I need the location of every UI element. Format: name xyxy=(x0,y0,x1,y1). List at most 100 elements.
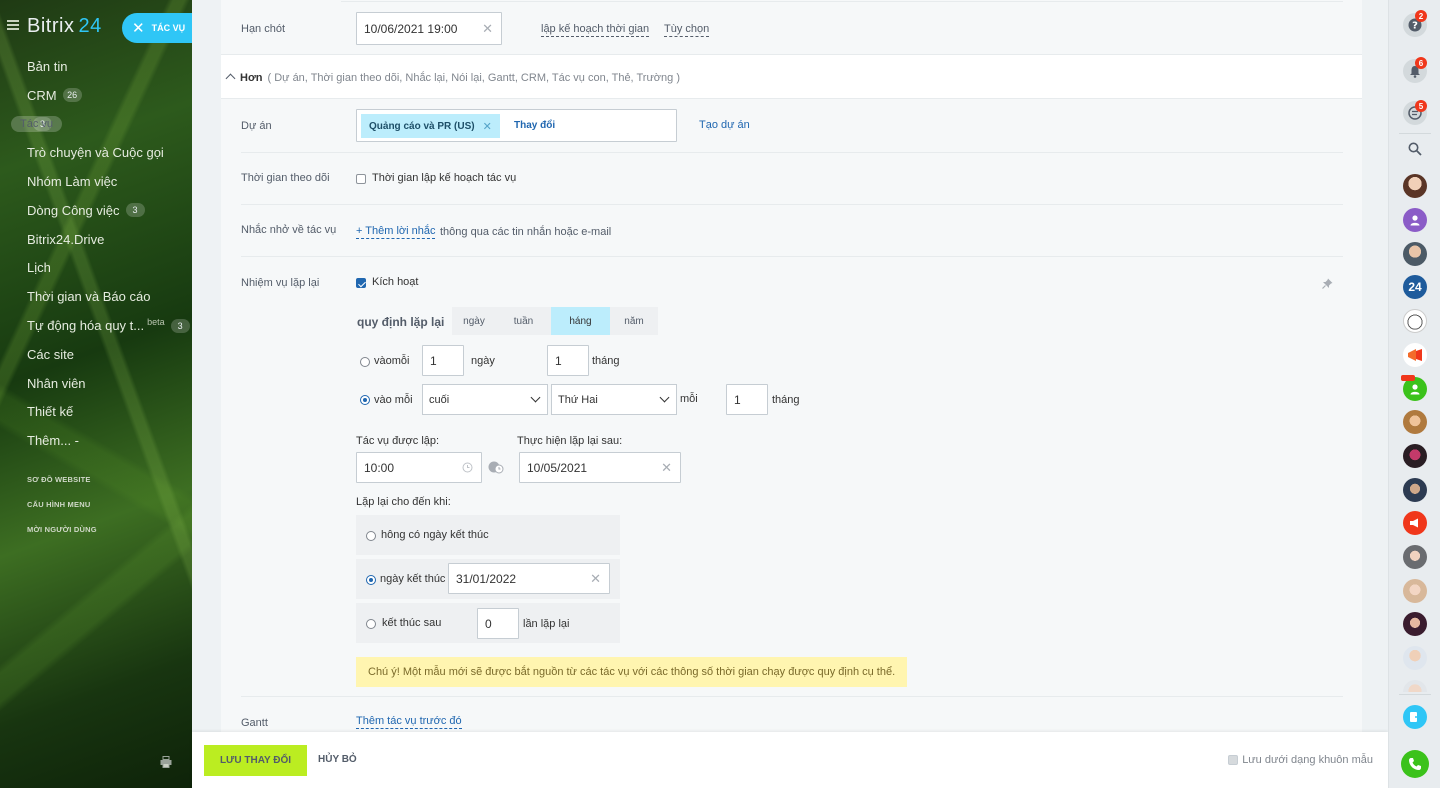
sidebar-item-crm[interactable]: CRM 26 xyxy=(0,81,192,110)
repeat-enable-text: Kích hoạt xyxy=(372,276,419,288)
menu-icon[interactable] xyxy=(7,20,19,30)
avatar[interactable] xyxy=(1403,680,1427,692)
right-bar: ? 2 6 5 24 xyxy=(1388,0,1440,788)
timezone-icon[interactable] xyxy=(488,460,504,474)
help-badge: 2 xyxy=(1415,10,1427,22)
clear-icon[interactable]: ✕ xyxy=(590,571,601,587)
repeat-month-unit: tháng xyxy=(592,355,620,367)
pin-icon[interactable] xyxy=(1322,278,1333,289)
clear-icon[interactable]: ✕ xyxy=(482,21,493,37)
avatar[interactable] xyxy=(1403,444,1427,468)
repeat-weekday-radio[interactable] xyxy=(360,395,370,405)
start-date-input[interactable]: 10/05/2021 ✕ xyxy=(519,452,681,483)
avatar[interactable] xyxy=(1403,579,1427,603)
more-section-header[interactable]: Hơn( Dự án, Thời gian theo dõi, Nhắc lại… xyxy=(225,72,680,84)
time-tracking-checkbox[interactable] xyxy=(356,174,366,184)
sidebar-item-sites[interactable]: Các site xyxy=(0,340,192,369)
no-end-radio[interactable] xyxy=(366,531,376,541)
megaphone-icon[interactable] xyxy=(1403,343,1427,367)
svg-text:?: ? xyxy=(1412,21,1418,32)
end-after-input[interactable]: 0 xyxy=(477,608,519,639)
sidebar-item-feed[interactable]: Bản tin xyxy=(0,52,192,81)
invite-users-link[interactable]: MỜI NGƯỜI DÙNG xyxy=(27,520,97,545)
sitemap-link[interactable]: SƠ ĐỒ WEBSITE xyxy=(27,470,97,495)
repeat-which-select[interactable]: cuối xyxy=(422,384,548,415)
avatar[interactable] xyxy=(1403,208,1427,232)
printer-icon[interactable] xyxy=(160,756,172,768)
end-after-suffix: lần lặp lại xyxy=(523,618,570,630)
sidebar-item-more[interactable]: Thêm... - xyxy=(0,426,192,455)
deadline-input[interactable]: 10/06/2021 19:00 ✕ xyxy=(356,12,502,45)
repeat-weekday-prefix: vào mỗi xyxy=(374,394,413,406)
repeat-day-radio[interactable] xyxy=(360,357,370,367)
repeat-day-prefix: vàomỗi xyxy=(374,355,410,367)
clock-icon xyxy=(462,462,473,473)
main-content: Hạn chót 10/06/2021 19:00 ✕ lập kế hoạch … xyxy=(192,0,1388,732)
project-selector[interactable]: Quảng cáo và PR (US) ✕ Thay đổi xyxy=(356,109,677,142)
notifications-badge: 6 xyxy=(1415,57,1427,69)
sidebar-item-automation[interactable]: Tự động hóa quy t... beta 3 xyxy=(0,311,192,340)
save-as-template-checkbox[interactable] xyxy=(1228,755,1239,765)
end-after-radio[interactable] xyxy=(366,619,376,629)
task-button[interactable]: ✕ TÁC VỤ xyxy=(122,13,192,43)
end-date-radio[interactable] xyxy=(366,575,376,585)
configure-menu-link[interactable]: CẤU HÌNH MENU xyxy=(27,495,97,520)
sidebar-item-design[interactable]: Thiết kế xyxy=(0,398,192,427)
sidebar-item-workflows[interactable]: Dòng Công việc 3 xyxy=(0,196,192,225)
end-date-input[interactable]: 31/01/2022 ✕ xyxy=(448,563,610,594)
divider xyxy=(241,256,1343,257)
avatar[interactable] xyxy=(1403,612,1427,636)
tab-day[interactable]: ngày xyxy=(452,307,496,335)
sidebar-item-workgroups[interactable]: Nhóm Làm việc xyxy=(0,167,192,196)
save-button[interactable]: LƯU THAY ĐỔI xyxy=(204,745,307,776)
repeat-enable-checkbox[interactable] xyxy=(356,278,366,288)
change-project-link[interactable]: Thay đổi xyxy=(514,120,555,131)
avatar[interactable]: 24 xyxy=(1403,275,1427,299)
created-time-input[interactable]: 10:00 xyxy=(356,452,482,483)
repeat-warning: Chú ý! Một mẫu mới sẽ được bắt nguồn từ … xyxy=(356,657,908,687)
tab-year[interactable]: năm xyxy=(610,307,658,335)
gantt-label: Gantt xyxy=(241,717,268,729)
form-footer: LƯU THAY ĐỔI HỦY BỎ Lưu dưới dạng khuôn … xyxy=(192,732,1388,788)
avatar[interactable] xyxy=(1403,478,1427,502)
repeat-rule-label: quy định lặp lại xyxy=(357,315,445,329)
sidebar-header: Bitrix 24 ✕ TÁC VỤ xyxy=(0,8,192,48)
avatar[interactable] xyxy=(1403,646,1427,670)
add-reminder-link[interactable]: + Thêm lời nhắc xyxy=(356,225,436,239)
cancel-button[interactable]: HỦY BỎ xyxy=(318,754,357,765)
project-label: Dự án xyxy=(241,120,272,132)
avatar[interactable] xyxy=(1403,309,1427,333)
phone-icon[interactable] xyxy=(1401,750,1429,778)
avatar[interactable] xyxy=(1403,174,1427,198)
sidebar-item-employees[interactable]: Nhân viên xyxy=(0,369,192,398)
sidebar-item-tasks[interactable]: Tác vụ 3 xyxy=(0,110,192,139)
deadline-label: Hạn chót xyxy=(241,23,286,35)
plan-time-link[interactable]: lập kế hoạch thời gian xyxy=(541,23,650,37)
sidebar-item-time-reports[interactable]: Thời gian và Báo cáo xyxy=(0,282,192,311)
options-link[interactable]: Tùy chọn xyxy=(664,23,710,37)
repeat-weekday-select[interactable]: Thứ Hai xyxy=(551,384,677,415)
divider xyxy=(241,204,1343,205)
until-label: Lặp lại cho đến khi: xyxy=(356,496,451,508)
avatar[interactable] xyxy=(1403,410,1427,434)
add-predecessor-link[interactable]: Thêm tác vụ trước đó xyxy=(356,715,462,729)
megaphone-icon[interactable] xyxy=(1403,511,1427,535)
no-end-text: hông có ngày kết thúc xyxy=(381,529,489,541)
repeat-month-count-input[interactable]: 1 xyxy=(726,384,768,415)
repeat-day-input[interactable]: 1 xyxy=(422,345,464,376)
avatar[interactable] xyxy=(1403,242,1427,266)
sidebar-item-drive[interactable]: Bitrix24.Drive xyxy=(0,225,192,254)
remove-tag-icon[interactable]: ✕ xyxy=(483,120,492,133)
repeat-month-input[interactable]: 1 xyxy=(547,345,589,376)
search-icon[interactable] xyxy=(1403,137,1427,161)
clear-icon[interactable]: ✕ xyxy=(661,460,672,476)
save-as-template[interactable]: Lưu dưới dạng khuôn mẫu xyxy=(1228,754,1373,766)
logo[interactable]: Bitrix 24 xyxy=(27,15,102,38)
sidebar-item-chat[interactable]: Trò chuyện và Cuộc gọi xyxy=(0,138,192,167)
tab-month[interactable]: háng xyxy=(551,307,610,335)
sidebar-item-calendar[interactable]: Lịch xyxy=(0,254,192,283)
create-project-link[interactable]: Tạo dự án xyxy=(699,119,750,131)
tab-week[interactable]: tuần xyxy=(496,307,551,335)
open-app-icon[interactable] xyxy=(1403,705,1427,729)
avatar[interactable] xyxy=(1403,545,1427,569)
